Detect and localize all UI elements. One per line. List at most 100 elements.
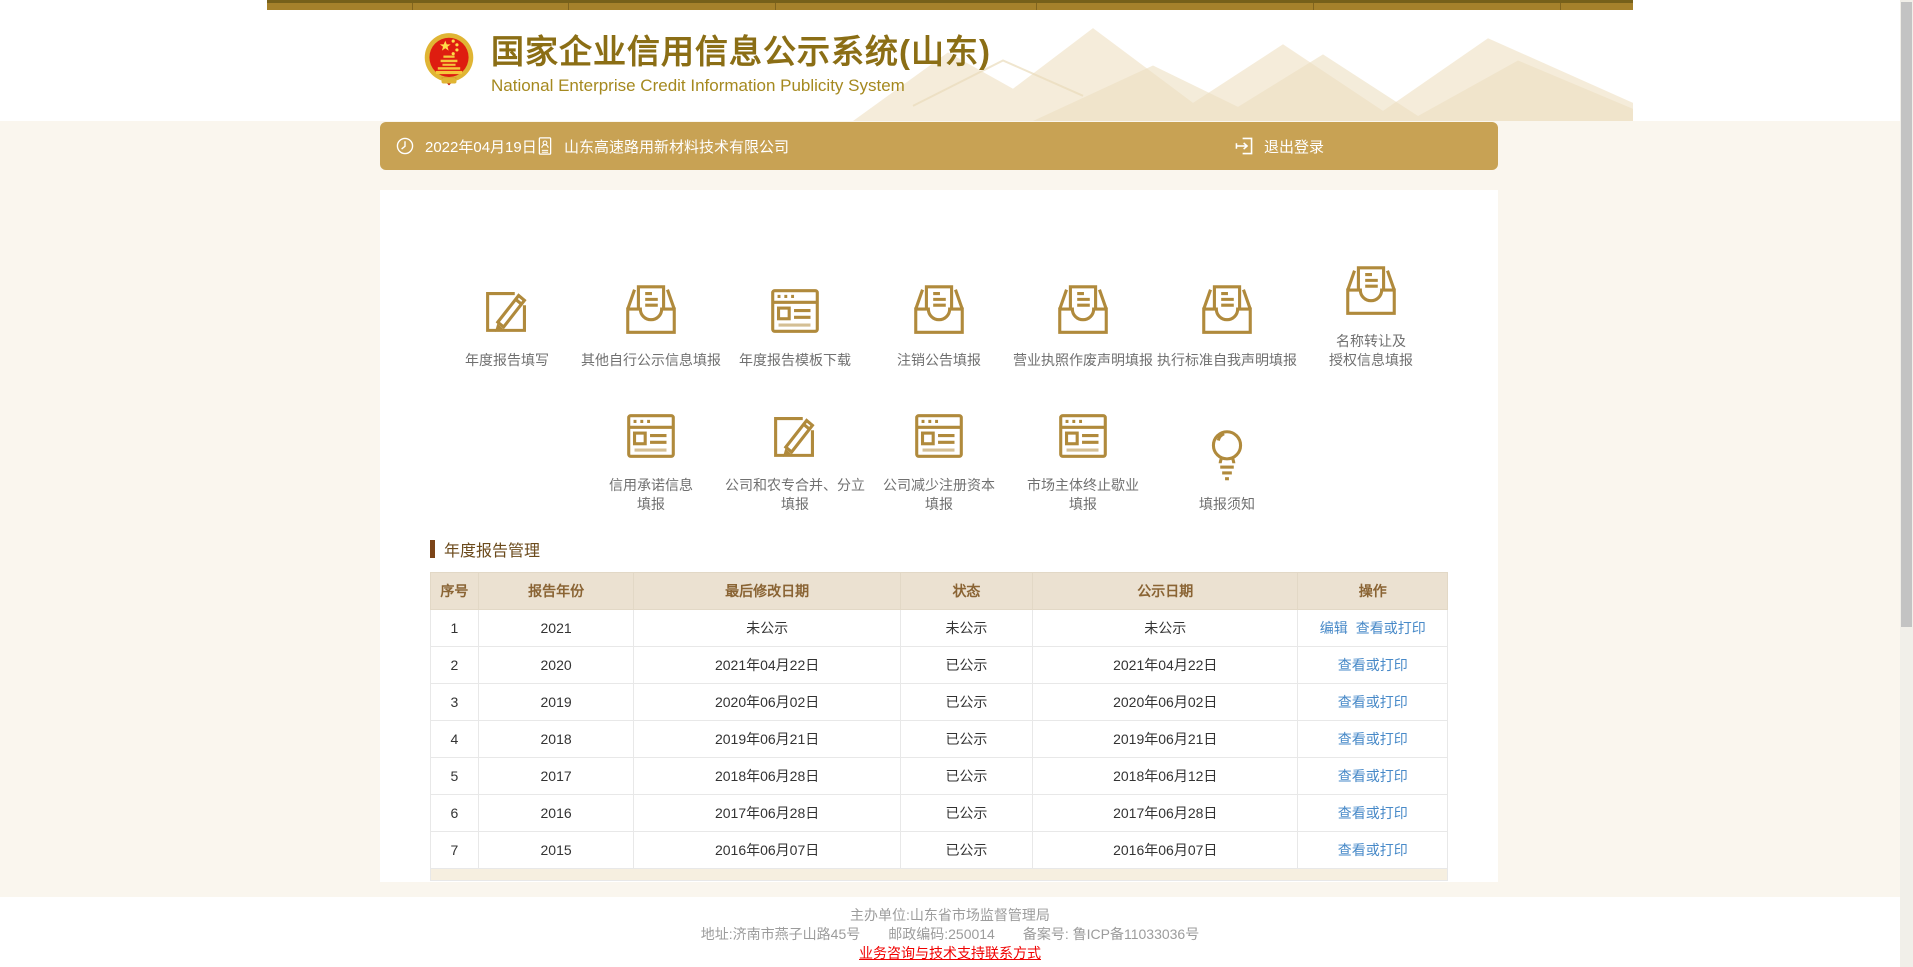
shortcut-business-termination[interactable]: 市场主体终止歇业填报 [1011, 392, 1155, 514]
nav-divider [1313, 3, 1314, 10]
top-nav-bar [267, 0, 1633, 10]
table-row: 1 2021 未公示 未公示 未公示 编辑查看或打印 [431, 610, 1448, 647]
col-header-modified: 最后修改日期 [634, 573, 900, 610]
cell-no: 3 [431, 684, 479, 721]
current-date: 2022年04月19日 [394, 122, 537, 170]
cell-no: 1 [431, 610, 479, 647]
cell-published: 2020年06月02日 [1033, 684, 1298, 721]
view-print-link[interactable]: 查看或打印 [1338, 805, 1408, 821]
pencil-square-icon [764, 405, 826, 467]
view-print-link[interactable]: 查看或打印 [1338, 768, 1408, 784]
shortcut-report-template-download[interactable]: 年度报告模板下载 [723, 248, 867, 370]
exit-icon [1233, 135, 1255, 157]
cell-status: 已公示 [900, 758, 1032, 795]
cell-status: 已公示 [900, 647, 1032, 684]
cell-no: 7 [431, 832, 479, 869]
cell-year: 2020 [478, 647, 634, 684]
cell-actions: 查看或打印 [1298, 758, 1448, 795]
nav-divider [775, 3, 776, 10]
site-title: 国家企业信用信息公示系统(山东) [491, 30, 991, 74]
inbox-document-icon [1340, 261, 1402, 323]
inbox-document-icon [1196, 280, 1258, 342]
table-row: 3 2019 2020年06月02日 已公示 2020年06月02日 查看或打印 [431, 684, 1448, 721]
cell-year: 2019 [478, 684, 634, 721]
cell-published: 未公示 [1033, 610, 1298, 647]
shortcut-annual-report-fill[interactable]: 年度报告填写 [435, 248, 579, 370]
shortcut-capital-reduction[interactable]: 公司减少注册资本填报 [867, 392, 1011, 514]
cell-year: 2018 [478, 721, 634, 758]
cell-year: 2016 [478, 795, 634, 832]
cell-published: 2021年04月22日 [1033, 647, 1298, 684]
cell-year: 2017 [478, 758, 634, 795]
cell-published: 2019年06月21日 [1033, 721, 1298, 758]
cell-status: 已公示 [900, 721, 1032, 758]
inbox-document-icon [1052, 280, 1114, 342]
view-print-link[interactable]: 查看或打印 [1356, 620, 1426, 636]
company-name: 山东高速路用新材料技术有限公司 [564, 136, 789, 157]
cell-status: 已公示 [900, 684, 1032, 721]
cell-no: 6 [431, 795, 479, 832]
cell-modified: 2019年06月21日 [634, 721, 900, 758]
cell-year: 2015 [478, 832, 634, 869]
cell-actions: 查看或打印 [1298, 721, 1448, 758]
shortcut-standard-self-declaration[interactable]: 执行标准自我声明填报 [1155, 248, 1299, 370]
cell-modified: 2017年06月28日 [634, 795, 900, 832]
cell-published: 2017年06月28日 [1033, 795, 1298, 832]
shortcut-cancellation-announcement[interactable]: 注销公告填报 [867, 248, 1011, 370]
browser-window-icon [1052, 405, 1114, 467]
col-header-no: 序号 [431, 573, 479, 610]
logout-button[interactable]: 退出登录 [1233, 122, 1324, 170]
cell-year: 2021 [478, 610, 634, 647]
browser-window-icon [764, 280, 826, 342]
view-print-link[interactable]: 查看或打印 [1338, 842, 1408, 858]
table-row: 7 2015 2016年06月07日 已公示 2016年06月07日 查看或打印 [431, 832, 1448, 869]
view-print-link[interactable]: 查看或打印 [1338, 657, 1408, 673]
logged-in-company: 山东高速路用新材料技术有限公司 [535, 122, 789, 170]
shortcut-row-2: 信用承诺信息填报 公司和农专合并、分立填报 公司减少注册资本填报 市场主体终止歇… [380, 392, 1498, 514]
cell-no: 4 [431, 721, 479, 758]
annual-report-table: 序号 报告年份 最后修改日期 状态 公示日期 操作 1 2021 未公示 未公示… [430, 572, 1448, 869]
shortcut-other-publicity-info[interactable]: 其他自行公示信息填报 [579, 248, 723, 370]
shortcut-credit-commitment[interactable]: 信用承诺信息填报 [579, 392, 723, 514]
scrollbar-thumb[interactable] [1901, 2, 1912, 627]
vertical-scrollbar[interactable] [1900, 0, 1913, 967]
cell-modified: 未公示 [634, 610, 900, 647]
content-panel: 年度报告填写 其他自行公示信息填报 年度报告模板下载 注销公告填报 营业执照作废… [380, 190, 1498, 882]
shortcut-license-invalidation[interactable]: 营业执照作废声明填报 [1011, 248, 1155, 370]
china-national-emblem-icon [421, 30, 477, 96]
site-brand: 国家企业信用信息公示系统(山东) National Enterprise Cre… [421, 30, 991, 96]
cell-status: 未公示 [900, 610, 1032, 647]
inbox-document-icon [620, 280, 682, 342]
cell-actions: 编辑查看或打印 [1298, 610, 1448, 647]
shortcut-filing-instructions[interactable]: 填报须知 [1155, 392, 1299, 514]
cell-published: 2018年06月12日 [1033, 758, 1298, 795]
table-row: 4 2018 2019年06月21日 已公示 2019年06月21日 查看或打印 [431, 721, 1448, 758]
cell-actions: 查看或打印 [1298, 832, 1448, 869]
lightbulb-icon [1196, 424, 1258, 486]
shortcut-merger-division[interactable]: 公司和农专合并、分立填报 [723, 392, 867, 514]
date-text: 2022年04月19日 [425, 136, 537, 157]
clock-icon [394, 135, 416, 157]
section-title: 年度报告管理 [444, 537, 540, 561]
session-info-bar: 2022年04月19日 山东高速路用新材料技术有限公司 退出登录 [380, 122, 1498, 170]
cell-actions: 查看或打印 [1298, 647, 1448, 684]
inbox-document-icon [908, 280, 970, 342]
view-print-link[interactable]: 查看或打印 [1338, 694, 1408, 710]
col-header-year: 报告年份 [478, 573, 634, 610]
cell-published: 2016年06月07日 [1033, 832, 1298, 869]
cell-no: 2 [431, 647, 479, 684]
cell-modified: 2016年06月07日 [634, 832, 900, 869]
nav-divider [412, 3, 413, 10]
section-marker [430, 540, 435, 558]
cell-no: 5 [431, 758, 479, 795]
edit-link[interactable]: 编辑 [1320, 620, 1348, 636]
site-subtitle: National Enterprise Credit Information P… [491, 76, 991, 96]
nav-divider [1036, 3, 1037, 10]
table-cutoff-row [430, 869, 1448, 881]
shortcut-name-transfer-authorization[interactable]: 名称转让及授权信息填报 [1299, 248, 1443, 370]
view-print-link[interactable]: 查看或打印 [1338, 731, 1408, 747]
table-row: 5 2017 2018年06月28日 已公示 2018年06月12日 查看或打印 [431, 758, 1448, 795]
cell-modified: 2018年06月28日 [634, 758, 900, 795]
cell-actions: 查看或打印 [1298, 795, 1448, 832]
cell-modified: 2020年06月02日 [634, 684, 900, 721]
